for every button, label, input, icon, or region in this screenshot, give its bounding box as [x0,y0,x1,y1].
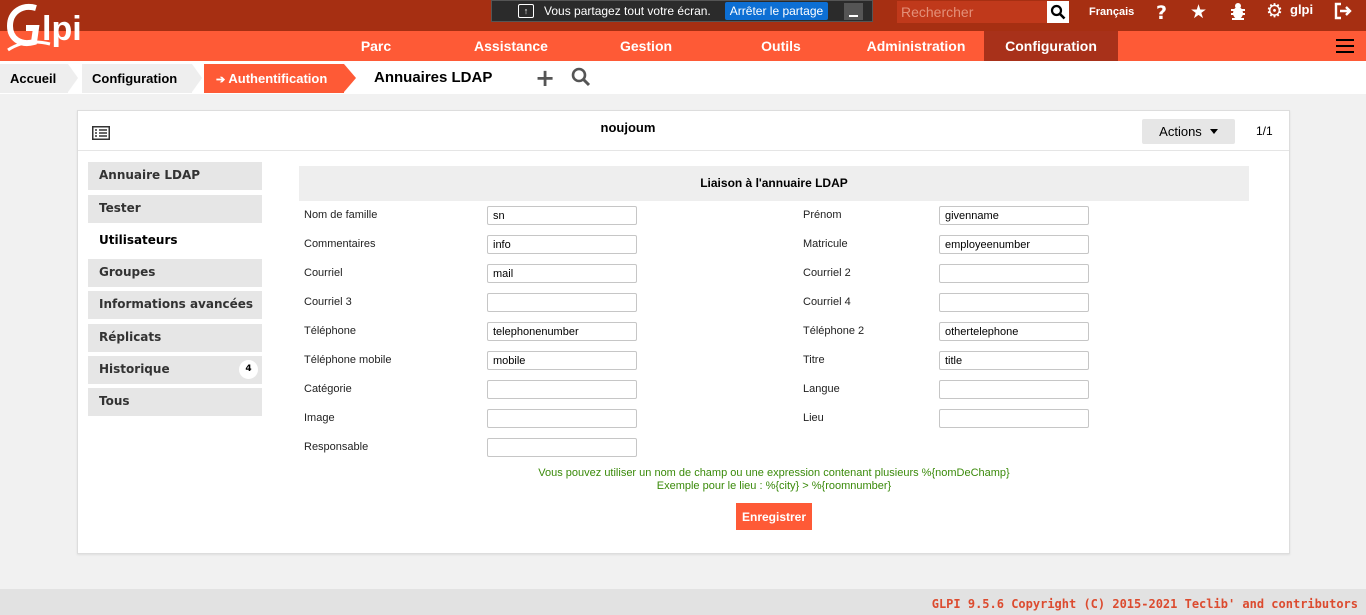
tab-informations-avancees[interactable]: Informations avancées [88,291,262,319]
tab-historique-label: Historique [99,362,170,376]
field-label: Courriel [304,267,343,279]
search-icon [1050,4,1066,20]
field-label: Responsable [304,441,369,453]
screen-share-message: Vous partagez tout votre écran. [544,4,711,18]
field-label: Courriel 4 [803,296,851,308]
language-selector[interactable]: Français [1089,6,1134,18]
footer: GLPI 9.5.6 Copyright (C) 2015-2021 Tecli… [0,589,1366,615]
hint-line: Vous pouvez utiliser un nom de champ ou … [538,467,1010,479]
field-label: Nom de famille [304,209,378,221]
email2-field[interactable] [939,264,1089,283]
breadcrumb-authentification[interactable]: ➔ Authentification [204,64,344,93]
caret-down-icon [1209,129,1218,134]
logout-icon[interactable] [1333,2,1353,25]
field-label: Commentaires [304,238,376,250]
actions-button[interactable]: Actions [1142,119,1235,144]
email4-field[interactable] [939,293,1089,312]
help-icon[interactable]: ? [1156,2,1167,24]
field-label: Courriel 3 [304,296,352,308]
menu-configuration[interactable]: Configuration [984,31,1118,61]
category-field[interactable] [487,380,637,399]
field-label: Image [304,412,335,424]
tab-groupes[interactable]: Groupes [88,259,262,287]
search-button[interactable] [1047,1,1069,23]
breadcrumb-authentification-label: Authentification [228,71,328,86]
field-label: Catégorie [304,383,352,395]
tab-historique[interactable]: Historique 4 [88,356,262,384]
record-header: noujoum Actions 1/1 [78,111,1289,151]
breadcrumb-home[interactable]: Accueil [0,64,68,93]
comments-field[interactable] [487,235,637,254]
breadcrumb: Accueil Configuration ➔ Authentification… [0,61,1366,94]
breadcrumb-separator [192,64,202,92]
email3-field[interactable] [487,293,637,312]
image-field[interactable] [487,409,637,428]
hint-line: Exemple pour le lieu : %{city} > %{roomn… [656,480,892,492]
menu-parc[interactable]: Parc [344,31,408,61]
breadcrumb-separator [344,64,356,92]
tab-utilisateurs[interactable]: Utilisateurs [88,227,262,255]
field-label: Courriel 2 [803,267,851,279]
history-count-badge: 4 [239,360,258,379]
search-box [897,1,1069,23]
search-input[interactable] [897,1,1047,23]
actions-label: Actions [1159,124,1202,139]
field-label: Téléphone 2 [803,325,865,337]
field-label: Titre [803,354,825,366]
menu-administration[interactable]: Administration [856,31,976,61]
pager: 1/1 [1256,124,1273,138]
tab-tous[interactable]: Tous [88,388,262,416]
page-title[interactable]: Annuaires LDAP [374,69,492,86]
main-menu: Parc Assistance Gestion Outils Administr… [0,31,1366,61]
record-card: noujoum Actions 1/1 Annuaire LDAP Tester… [77,110,1290,554]
lastname-field[interactable] [487,206,637,225]
field-label: Téléphone mobile [304,354,392,366]
field-label: Prénom [803,209,842,221]
search-icon[interactable] [571,67,591,91]
mobile-field[interactable] [487,351,637,370]
save-button[interactable]: Enregistrer [736,503,812,530]
copyright-link[interactable]: GLPI 9.5.6 Copyright (C) 2015-2021 Tecli… [932,597,1358,611]
glpi-logo[interactable]: lpi [6,2,102,54]
bug-icon[interactable] [1228,1,1248,26]
tab-tester[interactable]: Tester [88,195,262,223]
tab-annuaire-ldap[interactable]: Annuaire LDAP [88,162,262,190]
stop-sharing-button[interactable]: Arrêter le partage [724,2,829,20]
registration-number-field[interactable] [939,235,1089,254]
form-title: Liaison à l'annuaire LDAP [299,166,1249,201]
record-name: noujoum [600,120,656,135]
screen-share-bar: ↑ Vous partagez tout votre écran. Arrête… [491,0,873,22]
field-label: Matricule [803,238,848,250]
breadcrumb-separator [68,64,78,92]
share-screen-icon: ↑ [518,4,534,18]
minimize-share-button[interactable] [844,2,864,20]
field-hint: Vous pouvez utiliser un nom de champ ou … [299,467,1249,493]
email-field[interactable] [487,264,637,283]
phone2-field[interactable] [939,322,1089,341]
user-menu[interactable]: glpi [1290,2,1313,17]
menu-outils[interactable]: Outils [748,31,814,61]
menu-gestion[interactable]: Gestion [606,31,686,61]
field-label: Lieu [803,412,824,424]
title-field[interactable] [939,351,1089,370]
tab-replicats[interactable]: Réplicats [88,324,262,352]
sign-in-icon: ➔ [216,74,226,86]
gear-icon[interactable]: ⚙ [1266,0,1283,22]
language-field[interactable] [939,380,1089,399]
location-field[interactable] [939,409,1089,428]
phone-field[interactable] [487,322,637,341]
hamburger-menu-icon[interactable] [1336,39,1354,53]
add-icon[interactable]: + [535,64,555,92]
menu-assistance[interactable]: Assistance [462,31,560,61]
svg-text:lpi: lpi [42,10,82,48]
star-icon[interactable]: ★ [1190,1,1207,23]
field-label: Téléphone [304,325,356,337]
firstname-field[interactable] [939,206,1089,225]
field-label: Langue [803,383,840,395]
top-bar: ↑ Vous partagez tout votre écran. Arrête… [0,0,1366,31]
breadcrumb-configuration[interactable]: Configuration [82,64,192,93]
manager-field[interactable] [487,438,637,457]
